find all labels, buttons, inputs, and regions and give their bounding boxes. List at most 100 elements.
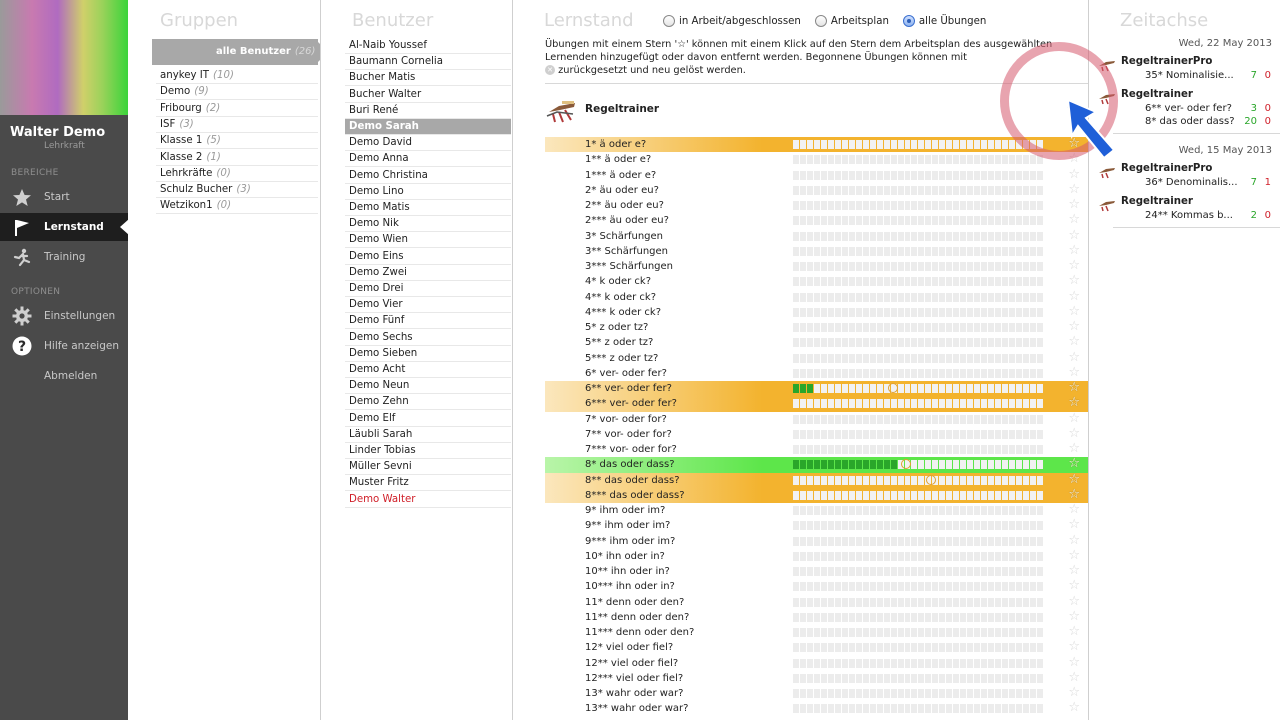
user-item[interactable]: Demo Eins [345,249,511,265]
exercise-row[interactable]: 3** Schärfungen ☆ [545,243,1088,259]
group-item-selected[interactable]: alle Benutzer (26) [152,39,328,65]
user-item[interactable]: Demo Acht [345,362,511,378]
exercise-row[interactable]: 1** ä oder e? ☆ [545,152,1088,167]
user-item[interactable]: Demo Walter [345,492,511,508]
chevron-down-icon[interactable]: ⌄ [1066,101,1074,112]
exercise-row[interactable]: 12*** viel oder fiel? ☆ [545,670,1088,686]
user-item[interactable]: Demo Fünf [345,313,511,330]
group-item[interactable]: Wetzikon1 (0) [156,198,318,215]
star-icon[interactable]: ☆ [1068,304,1080,319]
filter-all-exercises[interactable]: alle Übungen [902,15,986,27]
exercise-row[interactable]: 8*** das oder dass? ☆ [545,487,1088,503]
star-icon[interactable]: ☆ [1068,274,1080,288]
star-icon[interactable]: ☆ [1068,670,1080,685]
user-item[interactable]: Läubli Sarah [345,427,511,443]
exercise-row[interactable]: 3*** Schärfungen ☆ [545,259,1088,274]
star-icon[interactable]: ☆ [1068,472,1080,487]
exercise-row[interactable]: 5* z oder tz? ☆ [545,320,1088,335]
user-item[interactable]: Linder Tobias [345,443,511,459]
star-icon[interactable]: ☆ [1068,198,1080,212]
group-item[interactable]: Demo (9) [156,84,318,101]
star-icon[interactable]: ☆ [1068,609,1080,624]
user-item[interactable]: Demo Christina [345,168,511,184]
star-icon[interactable]: ☆ [1068,564,1080,578]
star-icon[interactable]: ☆ [1068,167,1080,182]
group-item[interactable]: Klasse 1 (5) [156,133,318,150]
user-item[interactable]: Müller Sevni [345,459,511,476]
star-icon[interactable]: ☆ [1068,381,1080,395]
user-item[interactable]: Demo Sechs [345,330,511,346]
exercise-row[interactable]: 11* denn oder den? ☆ [545,594,1088,610]
user-item[interactable]: Baumann Cornelia [345,54,511,71]
nav-item-logout[interactable]: Abmelden [0,362,128,390]
star-icon[interactable]: ☆ [1068,487,1080,502]
exercise-row[interactable]: 5** z oder tz? ☆ [545,335,1088,350]
star-icon[interactable]: ☆ [1068,442,1080,456]
exercise-row[interactable]: 8* das oder dass? ☆ [545,457,1088,473]
star-icon[interactable]: ☆ [1068,426,1080,441]
user-item[interactable]: Demo David [345,135,511,152]
exercise-row[interactable]: 7** vor- oder for? ☆ [545,426,1088,442]
user-item[interactable]: Demo Nik [345,216,511,233]
exercise-row[interactable]: 4*** k oder ck? ☆ [545,304,1088,320]
star-icon[interactable]: ☆ [1068,533,1080,548]
star-icon[interactable]: ☆ [1068,625,1080,639]
exercise-row[interactable]: 10*** ihn oder in? ☆ [545,579,1088,594]
radio-button[interactable] [902,15,915,27]
nav-item-help[interactable]: ? Hilfe anzeigen [0,332,128,360]
nav-item-settings[interactable]: Einstellungen [0,302,128,330]
filter-in-progress[interactable]: in Arbeit/abgeschlossen [663,15,801,27]
user-item[interactable]: Demo Neun [345,378,511,395]
exercise-row[interactable]: 13* wahr oder war? ☆ [545,686,1088,701]
star-icon[interactable]: ☆ [1068,457,1080,471]
star-icon[interactable]: ☆ [1068,137,1080,151]
group-item[interactable]: anykey IT (10) [156,68,318,84]
exercise-row[interactable]: 11*** denn oder den? ☆ [545,625,1088,640]
exercise-row[interactable]: 2*** äu oder eu? ☆ [545,213,1088,228]
star-icon[interactable]: ☆ [1068,655,1080,670]
star-icon[interactable]: ☆ [1068,503,1080,517]
user-item[interactable]: Demo Lino [345,184,511,200]
exercise-row[interactable]: 4* k oder ck? ☆ [545,274,1088,289]
star-icon[interactable]: ☆ [1068,579,1080,593]
star-icon[interactable]: ☆ [1068,350,1080,365]
user-item[interactable]: Demo Elf [345,411,511,427]
exercise-row[interactable]: 9* ihm oder im? ☆ [545,503,1088,518]
star-icon[interactable]: ☆ [1068,396,1080,410]
star-icon[interactable]: ☆ [1068,411,1080,426]
exercise-row[interactable]: 2* äu oder eu? ☆ [545,182,1088,198]
user-item[interactable]: Demo Wien [345,232,511,249]
exercise-row[interactable]: 1* ä oder e? ☆ [545,137,1088,153]
group-item[interactable]: Fribourg (2) [156,101,318,117]
exercise-row[interactable]: 1*** ä oder e? ☆ [545,167,1088,183]
radio-button[interactable] [663,15,675,27]
exercise-row[interactable]: 4** k oder ck? ☆ [545,289,1088,305]
star-icon[interactable]: ☆ [1068,289,1080,304]
user-item[interactable]: Demo Sarah [345,119,511,135]
star-icon[interactable]: ☆ [1068,686,1080,700]
star-icon[interactable]: ☆ [1068,243,1080,258]
star-icon[interactable]: ☆ [1068,365,1080,380]
nav-item-training[interactable]: Training [0,243,128,271]
exercise-row[interactable]: 6*** ver- oder fer? ☆ [545,396,1088,412]
star-icon[interactable]: ☆ [1068,320,1080,334]
exercise-row[interactable]: 7*** vor- oder for? ☆ [545,442,1088,457]
radio-button[interactable] [814,15,827,27]
group-item[interactable]: Schulz Bucher (3) [156,182,318,199]
star-icon[interactable]: ☆ [1068,228,1080,243]
exercise-row[interactable]: 10** ihn oder in? ☆ [545,564,1088,579]
user-item[interactable]: Demo Anna [345,151,511,168]
nav-item-lernstand[interactable]: Lernstand [0,213,129,241]
star-icon[interactable]: ☆ [1068,152,1080,166]
filter-work-plan[interactable]: Arbeitsplan [814,15,889,27]
exercise-row[interactable]: 8** das oder dass? ☆ [545,472,1088,488]
user-item[interactable]: Bucher Walter [345,87,511,103]
user-item[interactable]: Muster Fritz [345,475,511,492]
star-icon[interactable]: ☆ [1068,518,1080,532]
user-item[interactable]: Demo Matis [345,200,511,216]
exercise-row[interactable]: 9** ihm oder im? ☆ [545,518,1088,533]
star-icon[interactable]: ☆ [1068,640,1080,654]
exercise-row[interactable]: 5*** z oder tz? ☆ [545,350,1088,366]
star-icon[interactable]: ☆ [1068,335,1080,349]
exercise-row[interactable]: 3* Schärfungen ☆ [545,228,1088,244]
